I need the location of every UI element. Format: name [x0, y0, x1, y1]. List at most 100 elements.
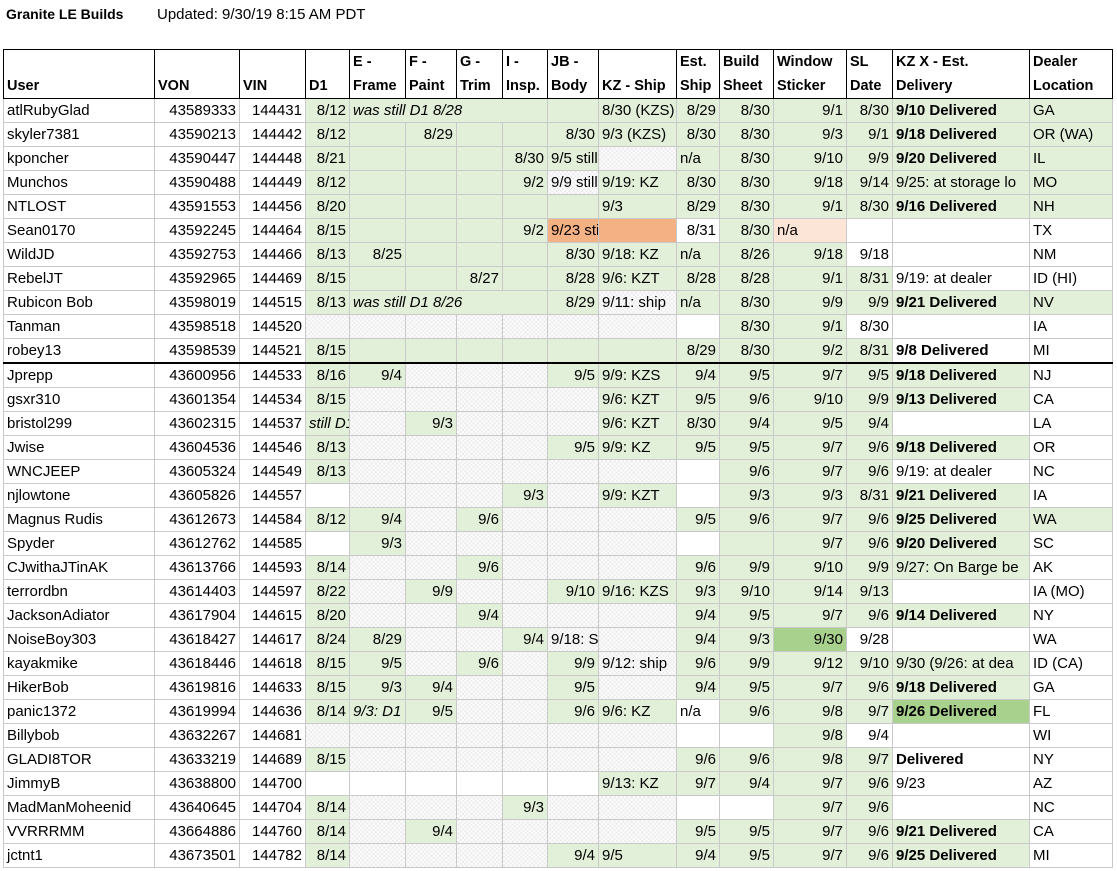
table-cell[interactable]: [405, 723, 457, 748]
column-header[interactable]: F - Paint: [405, 49, 457, 99]
table-cell[interactable]: [547, 411, 599, 436]
table-cell[interactable]: 9/4: [405, 675, 457, 700]
table-cell[interactable]: Rubicon Bob: [3, 290, 155, 315]
table-cell[interactable]: 8/30: [719, 146, 774, 171]
table-cell[interactable]: 8/30: [719, 290, 774, 315]
table-cell[interactable]: 9/10: [773, 555, 847, 580]
table-cell[interactable]: [598, 314, 677, 339]
table-cell[interactable]: 9/9: [846, 387, 893, 412]
table-cell[interactable]: 9/1: [773, 314, 847, 339]
table-cell[interactable]: 9/10: [547, 579, 599, 604]
table-cell[interactable]: 9/16 Delivered: [892, 194, 1030, 219]
table-cell[interactable]: 9/6: [846, 675, 893, 700]
column-header[interactable]: Window Sticker: [773, 49, 847, 99]
table-cell[interactable]: LA: [1029, 411, 1113, 436]
table-cell[interactable]: 144617: [239, 627, 306, 652]
table-cell[interactable]: [456, 819, 503, 844]
table-cell[interactable]: 9/5: [719, 435, 774, 460]
table-cell[interactable]: [405, 266, 457, 291]
table-cell[interactable]: 43590488: [154, 170, 240, 195]
table-cell[interactable]: [598, 218, 677, 243]
table-cell[interactable]: 9/16: KZS: [598, 579, 677, 604]
table-cell[interactable]: VVRRRMM: [3, 819, 155, 844]
table-cell[interactable]: 144633: [239, 675, 306, 700]
table-cell[interactable]: 8/30: [676, 170, 720, 195]
column-header[interactable]: SL Date: [846, 49, 893, 99]
table-cell[interactable]: 9/6: KZT: [598, 387, 677, 412]
table-cell[interactable]: 144469: [239, 266, 306, 291]
table-cell[interactable]: [456, 627, 503, 652]
table-cell[interactable]: 9/4: [676, 627, 720, 652]
table-cell[interactable]: 144431: [239, 98, 306, 123]
table-cell[interactable]: 8/31: [846, 338, 893, 364]
table-cell[interactable]: 9/6: [547, 699, 599, 724]
table-cell[interactable]: [405, 627, 457, 652]
table-cell[interactable]: [676, 314, 720, 339]
table-cell[interactable]: 9/18: [846, 242, 893, 267]
table-cell[interactable]: [456, 170, 503, 195]
table-cell[interactable]: IA: [1029, 483, 1113, 508]
table-cell[interactable]: [502, 651, 548, 676]
table-cell[interactable]: 9/6: [846, 531, 893, 556]
table-cell[interactable]: 144782: [239, 843, 306, 868]
table-cell[interactable]: 144521: [239, 338, 306, 364]
table-cell[interactable]: 9/4: [502, 627, 548, 652]
table-cell[interactable]: 9/12: [773, 651, 847, 676]
table-cell[interactable]: 8/12: [305, 507, 350, 532]
table-cell[interactable]: 9/3: [502, 795, 548, 820]
table-cell[interactable]: 8/28: [676, 266, 720, 291]
table-cell[interactable]: [349, 411, 406, 436]
table-cell[interactable]: [547, 555, 599, 580]
table-cell[interactable]: [502, 771, 548, 796]
table-cell[interactable]: 9/23: [892, 771, 1030, 796]
table-cell[interactable]: 9/5: [547, 362, 599, 388]
table-cell[interactable]: [349, 194, 406, 219]
table-cell[interactable]: 9/18 Delivered: [892, 122, 1030, 147]
table-cell[interactable]: 9/1: [846, 122, 893, 147]
table-cell[interactable]: [719, 531, 774, 556]
table-cell[interactable]: 8/28: [719, 266, 774, 291]
table-cell[interactable]: [405, 555, 457, 580]
table-cell[interactable]: GLADI8TOR: [3, 747, 155, 772]
table-cell[interactable]: [349, 555, 406, 580]
table-cell[interactable]: 43598518: [154, 314, 240, 339]
table-cell[interactable]: [349, 266, 406, 291]
table-cell[interactable]: [349, 435, 406, 460]
table-cell[interactable]: [405, 194, 457, 219]
table-cell[interactable]: [502, 555, 548, 580]
table-cell[interactable]: 144520: [239, 314, 306, 339]
table-cell[interactable]: 8/15: [305, 747, 350, 772]
column-header[interactable]: Build Sheet: [719, 49, 774, 99]
table-cell[interactable]: [405, 146, 457, 171]
table-cell[interactable]: [405, 603, 457, 628]
table-cell[interactable]: [349, 771, 406, 796]
table-cell[interactable]: 9/9: [773, 290, 847, 315]
table-cell[interactable]: [349, 483, 406, 508]
table-cell[interactable]: 8/15: [305, 675, 350, 700]
table-cell[interactable]: 8/13: [305, 459, 350, 484]
table-cell[interactable]: 43602315: [154, 411, 240, 436]
table-cell[interactable]: panic1372: [3, 699, 155, 724]
table-cell[interactable]: NH: [1029, 194, 1113, 219]
column-header[interactable]: JB - Body: [547, 49, 599, 99]
table-cell[interactable]: [502, 266, 548, 291]
table-cell[interactable]: 9/18 Delivered: [892, 435, 1030, 460]
table-cell[interactable]: 9/7: [846, 747, 893, 772]
table-cell[interactable]: 8/30: [719, 194, 774, 219]
table-cell[interactable]: [676, 531, 720, 556]
table-cell[interactable]: 9/3: [349, 531, 406, 556]
table-cell[interactable]: 9/9: KZ: [598, 435, 677, 460]
table-cell[interactable]: [405, 483, 457, 508]
table-cell[interactable]: 8/30 (KZS): [598, 98, 677, 123]
table-cell[interactable]: [456, 314, 503, 339]
table-cell[interactable]: 9/4: [405, 819, 457, 844]
table-cell[interactable]: 9/3: D1: [349, 699, 406, 724]
table-cell[interactable]: [502, 362, 548, 388]
table-cell[interactable]: [502, 603, 548, 628]
table-cell[interactable]: 9/4: [676, 603, 720, 628]
table-cell[interactable]: 8/30: [547, 242, 599, 267]
table-cell[interactable]: 9/7: [676, 771, 720, 796]
table-cell[interactable]: 9/4: [456, 603, 503, 628]
table-cell[interactable]: terrordbn: [3, 579, 155, 604]
table-cell[interactable]: ID (HI): [1029, 266, 1113, 291]
